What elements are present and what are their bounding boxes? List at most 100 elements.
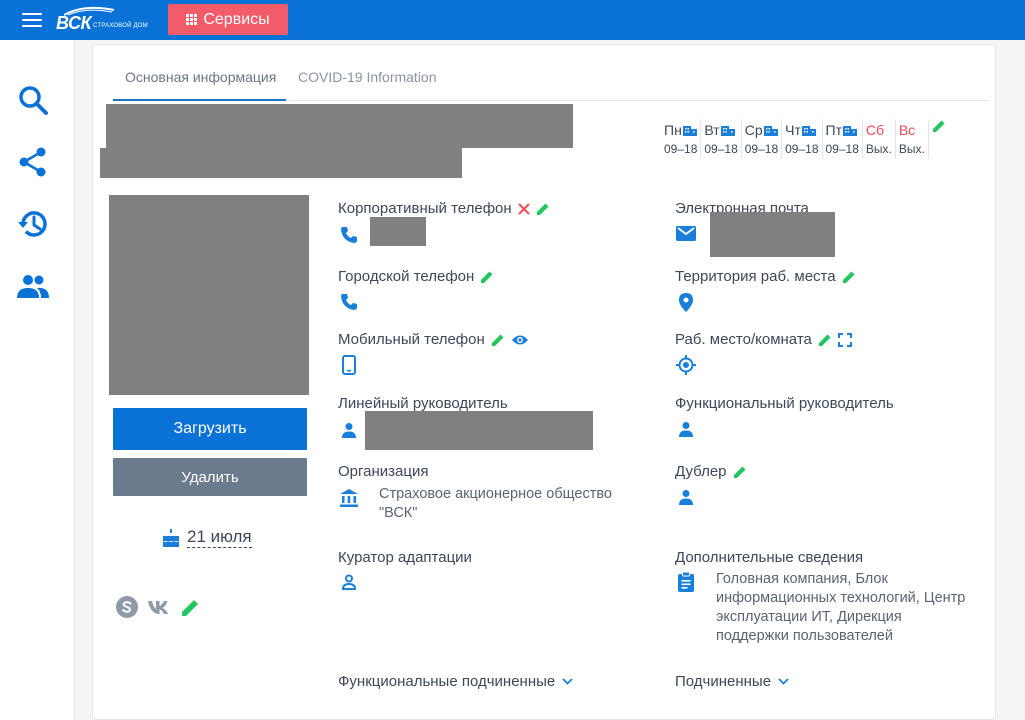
phone-icon [341, 227, 357, 243]
edit-pencil-icon[interactable] [536, 202, 550, 216]
person-icon [679, 422, 693, 437]
workplace-label: Раб. место/комната [675, 331, 812, 348]
day-name: Пн [664, 122, 682, 138]
history-icon[interactable] [15, 206, 51, 242]
mobile-phone-label: Мобильный телефон [338, 331, 485, 348]
eye-icon[interactable] [511, 334, 529, 346]
birthday: 21 июля [161, 527, 252, 548]
territory-label: Территория раб. места [675, 268, 836, 285]
share-icon[interactable] [15, 144, 51, 180]
people-icon[interactable] [15, 268, 51, 304]
tabs-bar: Основная информация COVID-19 Information [113, 59, 988, 101]
day-name: Вс [898, 122, 916, 138]
day-name: Пт [825, 122, 842, 138]
profile-photo [109, 195, 309, 395]
services-button[interactable]: Сервисы [168, 4, 288, 35]
subordinates-label[interactable]: Подчиненные [675, 673, 771, 690]
edit-pencil-icon[interactable] [818, 333, 832, 347]
edit-pencil-icon[interactable] [733, 465, 747, 479]
phone-icon [341, 294, 357, 310]
schedule-day: Пт 09–18 [823, 119, 863, 159]
chevron-down-icon[interactable] [562, 678, 573, 685]
side-nav [0, 40, 75, 720]
vk-icon[interactable] [147, 598, 173, 616]
redacted-email [710, 212, 835, 257]
menu-icon[interactable] [22, 13, 42, 27]
upload-photo-button[interactable]: Загрузить [113, 408, 307, 450]
office-icon [682, 126, 697, 136]
office-icon [720, 126, 735, 136]
func-subordinates-field[interactable]: Функциональные подчиненные [338, 673, 573, 690]
line-manager-field: Линейный руководитель [338, 395, 508, 412]
extra-info-value: Головная компания, Блок информационных т… [716, 571, 966, 644]
mobile-icon [342, 355, 356, 375]
day-hours: 09–18 [785, 142, 819, 156]
line-manager-label: Линейный руководитель [338, 395, 508, 412]
logo-swoosh-icon [64, 6, 114, 16]
day-hours: Вых. [865, 142, 892, 156]
social-links [115, 595, 201, 619]
edit-social-pencil-icon[interactable] [181, 597, 201, 617]
subordinates-field[interactable]: Подчиненные [675, 673, 789, 690]
extra-info-label: Дополнительные сведения [675, 549, 864, 566]
person-icon [679, 490, 693, 505]
schedule-day-weekend: Сб Вых. [863, 119, 896, 159]
curator-label: Куратор адаптации [338, 549, 472, 566]
corp-phone-label: Корпоративный телефон [338, 200, 512, 217]
mobile-phone-field: Мобильный телефон [338, 331, 529, 348]
day-name: Сб [865, 122, 885, 138]
day-hours: 09–18 [704, 142, 738, 156]
city-phone-field: Городской телефон [338, 268, 494, 285]
schedule-day: Чт 09–18 [782, 119, 823, 159]
organization-field: Организация [338, 463, 428, 480]
skype-icon[interactable] [115, 595, 139, 619]
workplace-field: Раб. место/комната [675, 331, 852, 348]
corp-phone-field: Корпоративный телефон [338, 200, 550, 217]
bank-icon [340, 489, 358, 507]
day-hours: 09–18 [744, 142, 779, 156]
day-hours: 09–18 [664, 142, 698, 156]
chevron-down-icon[interactable] [778, 678, 789, 685]
logo-subtitle: СТРАХОВОЙ ДОМ [93, 23, 148, 29]
office-icon [842, 126, 857, 136]
person-outline-icon [341, 574, 357, 590]
func-subordinates-label[interactable]: Функциональные подчиненные [338, 673, 555, 690]
work-schedule: Пн 09–18 Вт 09–18 Ср 09–18 Чт 09–18 Пт 0… [661, 119, 946, 161]
profile-card: Основная информация COVID-19 Information… [92, 44, 996, 720]
top-bar: ВСК СТРАХОВОЙ ДОМ Сервисы [0, 0, 1025, 40]
schedule-day: Пн 09–18 [661, 119, 702, 159]
delete-x-icon[interactable] [517, 202, 530, 215]
schedule-day-weekend: Вс Вых. [896, 119, 929, 159]
logo-text: ВСК [56, 13, 92, 33]
mail-icon [676, 226, 696, 241]
func-manager-label: Функциональный руководитель [675, 395, 894, 412]
curator-field: Куратор адаптации [338, 549, 472, 566]
organization-label: Организация [338, 463, 429, 480]
active-tab-indicator [113, 99, 286, 101]
clipboard-icon [678, 572, 694, 592]
birthday-date[interactable]: 21 июля [187, 527, 252, 548]
tab-covid-info[interactable]: COVID-19 Information [298, 69, 437, 85]
redacted-name [106, 104, 573, 148]
search-icon[interactable] [15, 82, 51, 118]
office-icon [801, 126, 816, 136]
delete-photo-button[interactable]: Удалить [113, 458, 307, 496]
logo[interactable]: ВСК СТРАХОВОЙ ДОМ [56, 6, 148, 33]
edit-schedule-pencil-icon[interactable] [932, 119, 946, 133]
backup-field: Дублер [675, 463, 747, 480]
schedule-day: Вт 09–18 [701, 119, 742, 159]
edit-pencil-icon[interactable] [842, 270, 856, 284]
redacted-corp-phone [370, 217, 426, 246]
cake-icon [163, 528, 179, 547]
location-pin-icon [679, 293, 693, 312]
day-hours: Вых. [898, 142, 925, 156]
fullscreen-icon[interactable] [837, 332, 852, 347]
tab-main-info[interactable]: Основная информация [125, 69, 276, 85]
person-icon [342, 423, 356, 438]
day-hours: 09–18 [825, 142, 859, 156]
day-name: Ср [744, 122, 763, 138]
redacted-line-manager [365, 411, 593, 450]
city-phone-label: Городской телефон [338, 268, 475, 285]
edit-pencil-icon[interactable] [491, 333, 505, 347]
edit-pencil-icon[interactable] [480, 270, 494, 284]
